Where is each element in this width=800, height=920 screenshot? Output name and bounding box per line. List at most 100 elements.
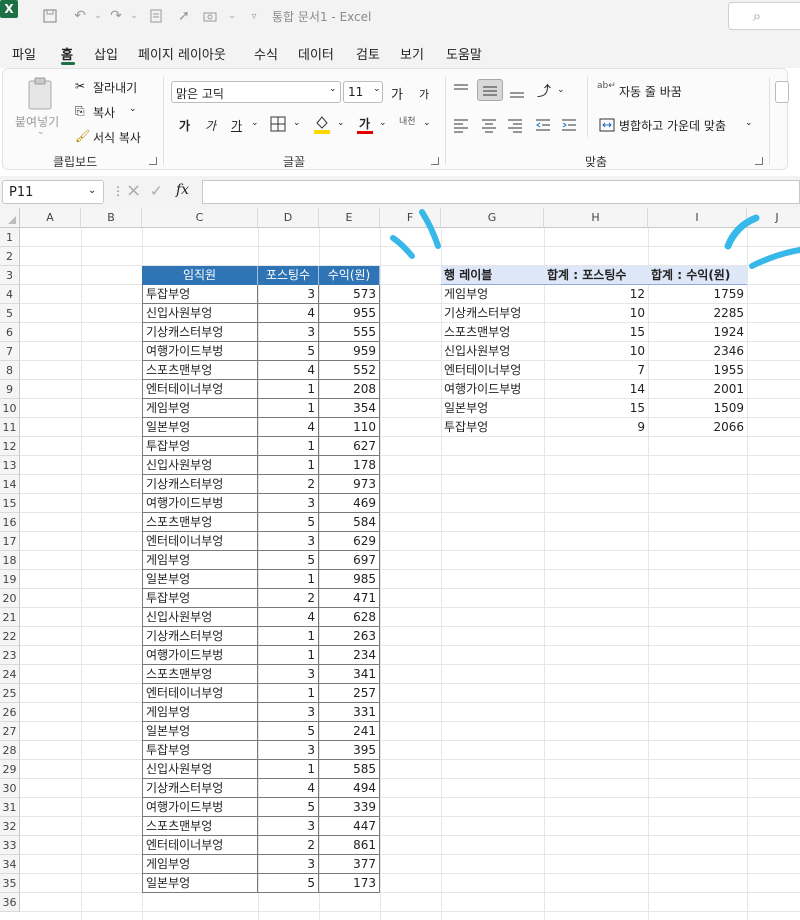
copy-dropdown-icon[interactable]: ⌄: [129, 104, 137, 114]
bold-button[interactable]: 가: [179, 117, 190, 134]
table-cell[interactable]: 여행가이드부벙: [142, 646, 258, 665]
tab-insert[interactable]: 삽입: [94, 44, 118, 63]
phonetic-button[interactable]: 내천: [399, 114, 416, 127]
table-cell[interactable]: 투잡부엉: [142, 741, 258, 760]
align-left-icon[interactable]: [453, 117, 469, 133]
pivot-cell[interactable]: 기상캐스터부엉: [441, 304, 544, 323]
paste-icon[interactable]: [25, 77, 55, 111]
pivot-cell[interactable]: 1509: [648, 399, 747, 418]
row-header-22[interactable]: 22: [0, 627, 20, 646]
fill-color-dropdown-icon[interactable]: ⌄: [337, 118, 345, 128]
row-header-6[interactable]: 6: [0, 323, 20, 342]
font-name-select[interactable]: 맑은 고딕: [171, 81, 341, 103]
orientation-dropdown-icon[interactable]: ⌄: [557, 85, 565, 95]
table-cell[interactable]: 2: [258, 589, 319, 608]
row-header-11[interactable]: 11: [0, 418, 20, 437]
tab-file[interactable]: 파일: [12, 44, 36, 63]
table-cell[interactable]: 신입사원부엉: [142, 760, 258, 779]
tab-help[interactable]: 도움말: [446, 44, 482, 63]
row-header-27[interactable]: 27: [0, 722, 20, 741]
table-cell[interactable]: 게임부엉: [142, 703, 258, 722]
table-cell[interactable]: 스포츠맨부엉: [142, 361, 258, 380]
table-cell[interactable]: 여행가이드부벙: [142, 798, 258, 817]
table-cell[interactable]: 엔터테이너부엉: [142, 836, 258, 855]
table-cell[interactable]: 973: [319, 475, 380, 494]
camera-icon[interactable]: [200, 6, 220, 26]
row-header-25[interactable]: 25: [0, 684, 20, 703]
fill-color-icon[interactable]: [313, 113, 331, 135]
table-cell[interactable]: 627: [319, 437, 380, 456]
row-header-7[interactable]: 7: [0, 342, 20, 361]
save-icon[interactable]: [40, 6, 60, 26]
table-cell[interactable]: 3: [258, 323, 319, 342]
table-cell[interactable]: 5: [258, 874, 319, 893]
pivot-cell[interactable]: 7: [544, 361, 648, 380]
table-cell[interactable]: 1: [258, 570, 319, 589]
decrease-indent-icon[interactable]: [535, 117, 551, 133]
table-cell[interactable]: 5: [258, 722, 319, 741]
pivot-cell[interactable]: 일본부엉: [441, 399, 544, 418]
table-cell[interactable]: 5: [258, 513, 319, 532]
table-cell[interactable]: 5: [258, 551, 319, 570]
row-header-18[interactable]: 18: [0, 551, 20, 570]
table-cell[interactable]: 5: [258, 342, 319, 361]
table-cell[interactable]: 377: [319, 855, 380, 874]
row-header-17[interactable]: 17: [0, 532, 20, 551]
table-cell[interactable]: 3: [258, 741, 319, 760]
phonetic-dropdown-icon[interactable]: ⌄: [423, 118, 431, 128]
table-cell[interactable]: 스포츠맨부엉: [142, 665, 258, 684]
camera-dropdown-icon[interactable]: ⌄: [222, 6, 242, 26]
formula-input[interactable]: [202, 180, 800, 204]
pivot-cell[interactable]: 10: [544, 304, 648, 323]
row-header-5[interactable]: 5: [0, 304, 20, 323]
table-cell[interactable]: 208: [319, 380, 380, 399]
borders-icon[interactable]: [269, 115, 287, 133]
pivot-cell[interactable]: 2066: [648, 418, 747, 437]
customize-toolbar-icon[interactable]: ▿: [244, 6, 264, 26]
table-cell[interactable]: 341: [319, 665, 380, 684]
row-header-15[interactable]: 15: [0, 494, 20, 513]
pivot-cell[interactable]: 2346: [648, 342, 747, 361]
table-cell[interactable]: 178: [319, 456, 380, 475]
table-cell[interactable]: 629: [319, 532, 380, 551]
row-header-30[interactable]: 30: [0, 779, 20, 798]
row-header-36[interactable]: 36: [0, 893, 20, 912]
row-header-8[interactable]: 8: [0, 361, 20, 380]
row-header-20[interactable]: 20: [0, 589, 20, 608]
table-cell[interactable]: 2: [258, 836, 319, 855]
increase-indent-icon[interactable]: [561, 117, 577, 133]
worksheet-grid[interactable]: A B C D E F G H I J 1 2 3 4 5 6 7 8 9 10 11 12 13 14 1…: [0, 208, 800, 920]
row-header-32[interactable]: 32: [0, 817, 20, 836]
table-cell[interactable]: 471: [319, 589, 380, 608]
pivot-cell[interactable]: 14: [544, 380, 648, 399]
table-cell[interactable]: 1: [258, 760, 319, 779]
table-cell[interactable]: 5: [258, 798, 319, 817]
table-cell[interactable]: 257: [319, 684, 380, 703]
pivot-cell[interactable]: 10: [544, 342, 648, 361]
font-size-dropdown-icon[interactable]: ⌄: [373, 84, 381, 94]
table-cell[interactable]: 여행가이드부벙: [142, 494, 258, 513]
table-cell[interactable]: 447: [319, 817, 380, 836]
wrap-text-button[interactable]: 자동 줄 바꿈: [619, 83, 682, 100]
pivot-cell[interactable]: 15: [544, 323, 648, 342]
table-cell[interactable]: 4: [258, 779, 319, 798]
row-header-26[interactable]: 26: [0, 703, 20, 722]
table-cell[interactable]: 게임부엉: [142, 399, 258, 418]
table-cell[interactable]: 투잡부엉: [142, 437, 258, 456]
pointer-icon[interactable]: ➚: [174, 6, 194, 26]
table-cell[interactable]: 엔터테이너부엉: [142, 380, 258, 399]
table-cell[interactable]: 339: [319, 798, 380, 817]
redo-dropdown-icon[interactable]: ⌄: [124, 6, 144, 26]
table-cell[interactable]: 엔터테이너부엉: [142, 684, 258, 703]
table-cell[interactable]: 게임부엉: [142, 855, 258, 874]
row-header-21[interactable]: 21: [0, 608, 20, 627]
tab-home[interactable]: 홈: [61, 44, 73, 63]
pivot-cell[interactable]: 15: [544, 399, 648, 418]
name-box-dropdown-icon[interactable]: ⌄: [88, 185, 96, 196]
alignment-launcher-icon[interactable]: [755, 157, 763, 165]
table-cell[interactable]: 3: [258, 494, 319, 513]
table-cell[interactable]: 585: [319, 760, 380, 779]
row-header-13[interactable]: 13: [0, 456, 20, 475]
row-header-12[interactable]: 12: [0, 437, 20, 456]
enter-icon[interactable]: ✓: [150, 182, 163, 200]
